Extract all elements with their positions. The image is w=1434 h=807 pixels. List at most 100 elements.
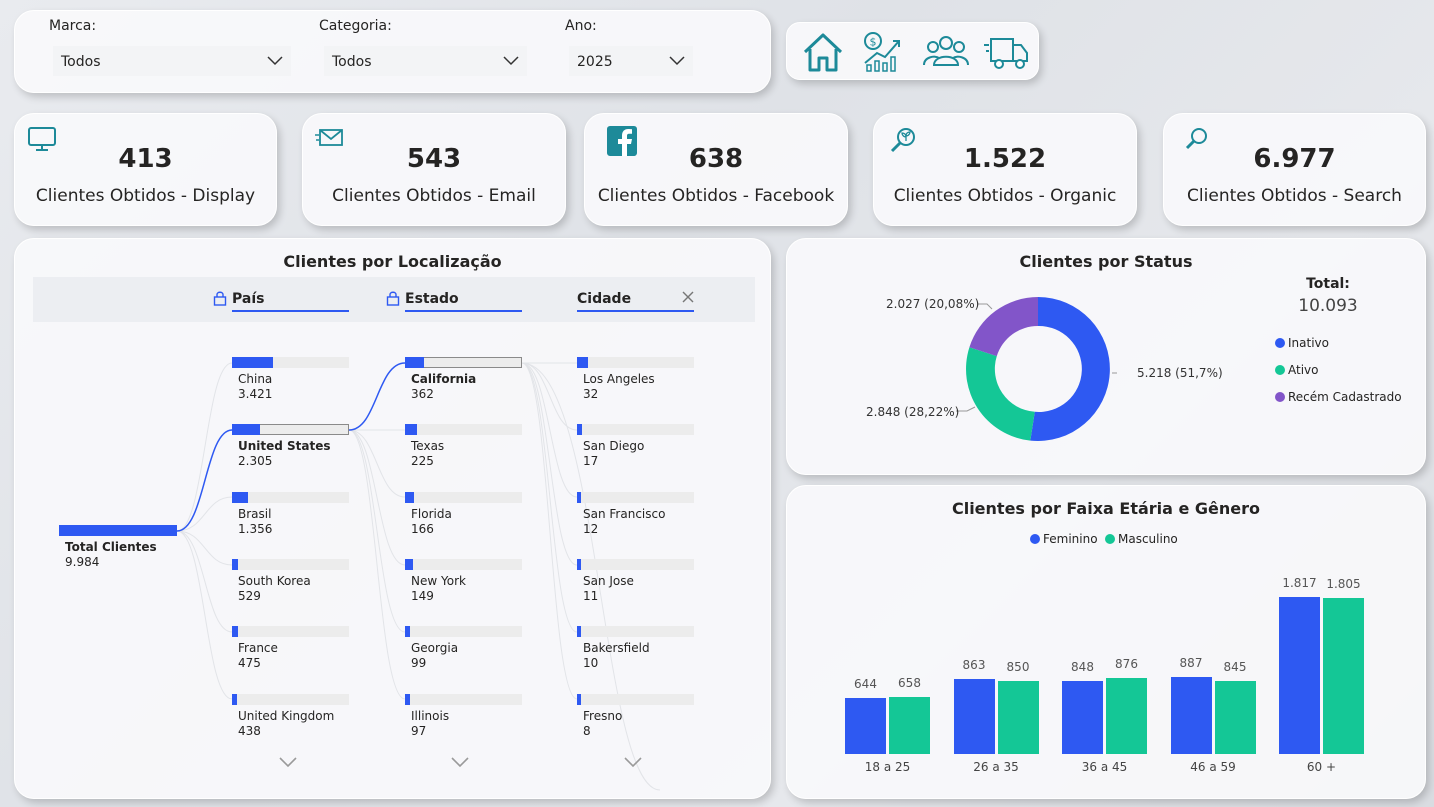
node-value: 225 xyxy=(411,454,434,469)
chevron-down-icon[interactable] xyxy=(450,756,470,768)
node-value: 8 xyxy=(583,723,591,738)
root-bar xyxy=(59,525,177,536)
legend-item-masculino[interactable]: Masculino xyxy=(1105,532,1178,546)
legend-item-inativo[interactable]: Inativo xyxy=(1275,336,1329,350)
bar-value-label: 863 xyxy=(962,658,986,673)
bar-fill xyxy=(405,693,411,705)
bar-value-label: 644 xyxy=(854,677,877,692)
bar-track xyxy=(577,693,694,705)
status-panel: Clientes por Status Total: 10.093 5.218 … xyxy=(786,238,1426,475)
bar-value-label: 850 xyxy=(1006,659,1030,674)
node-name: China xyxy=(238,372,273,386)
legend-label: Recém Cadastrado xyxy=(1288,390,1402,404)
legend-item-recem[interactable]: Recém Cadastrado xyxy=(1275,390,1402,404)
node-value: 11 xyxy=(583,588,599,603)
node-value: 9.984 xyxy=(65,555,100,569)
bar-feminino[interactable] xyxy=(1279,597,1320,754)
node-value: 97 xyxy=(411,723,427,738)
bar-fill xyxy=(577,424,583,436)
node-value: 99 xyxy=(411,656,427,671)
bar-masculino[interactable] xyxy=(1214,680,1256,754)
legend-item-ativo[interactable]: Ativo xyxy=(1275,363,1318,377)
bar-track xyxy=(577,424,694,436)
node-value: 438 xyxy=(238,723,261,738)
bar-feminino[interactable] xyxy=(1170,677,1212,754)
category-label: 36 a 45 xyxy=(1081,760,1128,774)
donut-label-recem: 2.027 (20,08%) xyxy=(886,297,980,311)
node-name: New York xyxy=(411,573,466,588)
node-name: Bakersfield xyxy=(583,641,650,656)
bar-value-label: 887 xyxy=(1179,656,1203,671)
node-value: 32 xyxy=(583,387,599,401)
node-value: 1.356 xyxy=(238,521,273,536)
bar-track xyxy=(232,491,349,503)
node-value: 3.421 xyxy=(238,387,273,401)
bar-track xyxy=(232,693,349,705)
node-value: 10 xyxy=(583,656,599,671)
bar-fill xyxy=(405,357,424,368)
bar-track xyxy=(405,693,522,705)
bar-masculino[interactable] xyxy=(889,697,930,754)
node-value: 2.305 xyxy=(238,454,273,469)
bar-fill xyxy=(577,693,581,705)
node-name: United Kingdom xyxy=(238,708,335,723)
node-value: 166 xyxy=(411,521,434,536)
node-name: Texas xyxy=(411,439,445,454)
node-name: San Jose xyxy=(583,573,634,588)
bar-feminino[interactable] xyxy=(953,679,995,754)
bar-fill xyxy=(577,491,581,503)
bar-feminino[interactable] xyxy=(845,698,886,754)
bar-track xyxy=(577,626,694,638)
bar-fill xyxy=(577,626,581,638)
legend-label: Inativo xyxy=(1288,336,1329,350)
node-name: California xyxy=(411,372,477,386)
bar-fill xyxy=(577,558,581,570)
bar-fill xyxy=(405,424,417,436)
bar-track xyxy=(232,626,349,638)
chevron-down-icon[interactable] xyxy=(623,756,643,768)
age-gender-panel: Clientes por Faixa Etária e Gênero Femin… xyxy=(786,485,1426,799)
node-name: Georgia xyxy=(411,641,459,656)
bar-track xyxy=(577,357,694,368)
bar-fill xyxy=(232,693,238,705)
node-name: United States xyxy=(238,439,331,454)
node-name: San Francisco xyxy=(583,506,666,521)
bar-masculino[interactable] xyxy=(1323,598,1364,754)
bar-track xyxy=(405,626,522,638)
bar-fill xyxy=(232,424,261,436)
node-value: 149 xyxy=(411,588,434,603)
category-label: 46 a 59 xyxy=(1190,760,1236,774)
bar-masculino[interactable] xyxy=(997,680,1039,754)
legend-label: Feminino xyxy=(1043,532,1098,546)
node-name: Florida xyxy=(411,506,452,521)
legend-dot xyxy=(1275,365,1285,375)
legend-dot xyxy=(1275,392,1285,402)
legend-item-feminino[interactable]: Feminino xyxy=(1030,532,1098,546)
legend-dot xyxy=(1030,534,1040,544)
bar-feminino[interactable] xyxy=(1062,680,1103,754)
node-name: France xyxy=(238,641,278,656)
legend-dot xyxy=(1105,534,1115,544)
bar-value-label: 876 xyxy=(1115,657,1138,672)
node-name: Brasil xyxy=(238,506,272,521)
node-value: 529 xyxy=(238,588,261,603)
node-name: South Korea xyxy=(238,573,311,588)
bar-fill xyxy=(405,491,414,503)
bar-value-label: 848 xyxy=(1071,659,1094,674)
bar-track xyxy=(405,491,522,503)
bar-fill xyxy=(232,558,239,570)
bar-track xyxy=(232,558,349,570)
bar-masculino[interactable] xyxy=(1106,678,1147,754)
chevron-down-icon[interactable] xyxy=(278,756,298,768)
legend-dot xyxy=(1275,338,1285,348)
bar-track xyxy=(405,558,522,570)
node-name: San Diego xyxy=(583,439,645,454)
bar-track xyxy=(577,558,694,570)
bar-value-label: 658 xyxy=(898,676,921,691)
category-label: 60 + xyxy=(1306,760,1337,774)
node-value: 17 xyxy=(583,454,599,469)
bar-value-label: 845 xyxy=(1223,659,1247,674)
bar-value-label: 1.805 xyxy=(1326,577,1361,592)
bar-fill xyxy=(232,491,249,503)
bar-value-label: 1.817 xyxy=(1282,576,1317,590)
